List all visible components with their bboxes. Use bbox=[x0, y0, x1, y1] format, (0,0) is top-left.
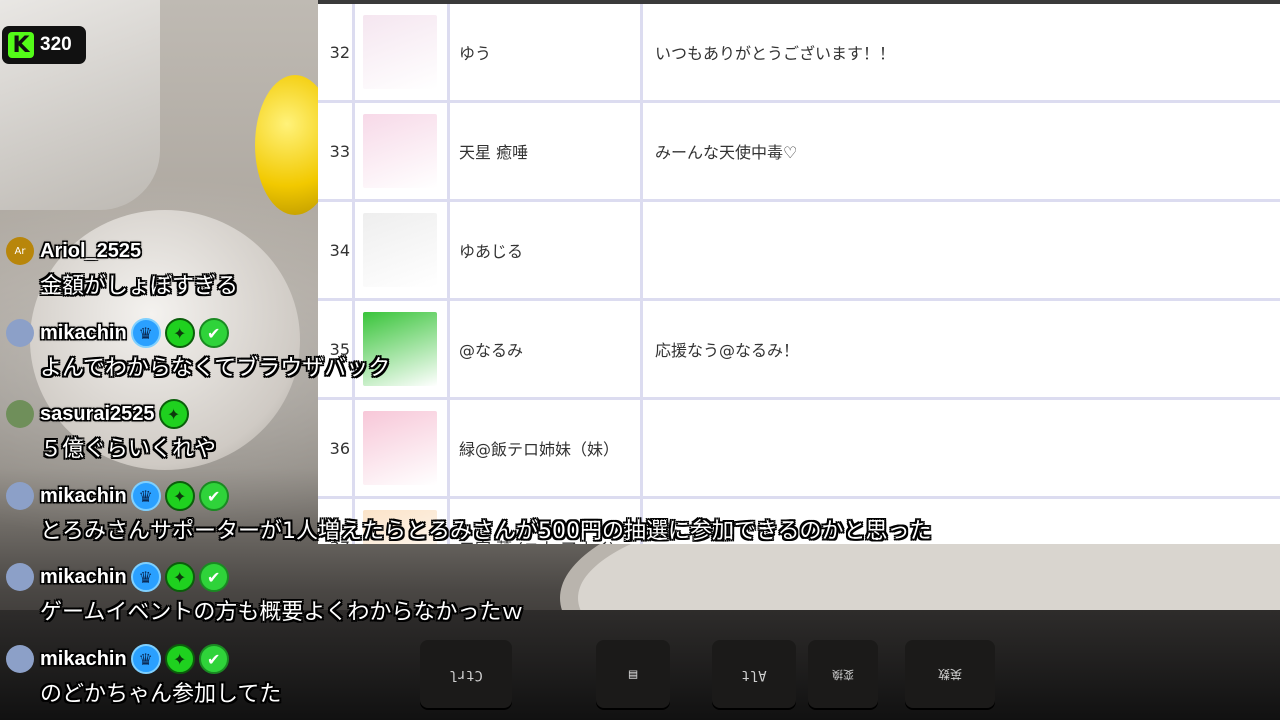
anime-girl-avatar bbox=[363, 411, 437, 485]
supporter-name: @なるみ bbox=[450, 301, 643, 397]
keyboard-key: 変換 bbox=[808, 640, 878, 710]
user-avatar[interactable] bbox=[6, 645, 34, 673]
star-badge-icon: ✦ bbox=[164, 318, 195, 348]
check-badge-icon: ✔ bbox=[198, 644, 229, 674]
check-badge-icon: ✔ bbox=[198, 562, 229, 592]
keyboard-key: Alt bbox=[712, 640, 796, 710]
supporter-name: ゆあじる bbox=[450, 202, 643, 298]
table-row: 33 天星 癒唾 みーんな天使中毒♡ bbox=[318, 103, 1280, 202]
user-avatar[interactable] bbox=[6, 482, 34, 510]
row-number: 36 bbox=[318, 400, 355, 496]
chat-message-text: ゲームイベントの方も概要よくわからなかったｗ bbox=[40, 600, 524, 625]
supporter-message: 応援なう@なるみ！ bbox=[655, 341, 800, 360]
browser-capture: 32 ゆう いつもありがとうございます！！ 33 天星 癒唾 みーんな天使中毒♡ 34 ゆあじ… bbox=[318, 0, 1280, 544]
row-number: 32 bbox=[318, 4, 355, 100]
supporter-name: 天星 癒唾 bbox=[450, 103, 643, 199]
table-row: 36 緑@飯テロ姉妹（妹） bbox=[318, 400, 1280, 499]
avatar-cell bbox=[353, 202, 450, 298]
crown-badge-icon: ♛ bbox=[130, 318, 161, 348]
check-badge-icon: ✔ bbox=[198, 318, 229, 348]
keyboard-key: ▤ bbox=[596, 640, 670, 710]
supporter-message bbox=[646, 400, 1280, 496]
anime-girl-avatar bbox=[363, 114, 437, 188]
viewer-count-badge: K 320 bbox=[2, 26, 86, 64]
chat-username[interactable]: Ariol_2525 bbox=[40, 240, 141, 263]
chat-message-text: ５億ぐらいくれや bbox=[40, 437, 217, 462]
chat-message-text: よんでわからなくてブラウザバック bbox=[40, 356, 391, 381]
supporter-name: ゆう bbox=[450, 4, 643, 100]
table-row: 34 ゆあじる bbox=[318, 202, 1280, 301]
table-row: 32 ゆう いつもありがとうございます！！ bbox=[318, 4, 1280, 103]
chat-username[interactable]: mikachin bbox=[40, 566, 127, 589]
user-avatar[interactable] bbox=[6, 563, 34, 591]
chat-message-text: 金額がしょぼすぎる bbox=[40, 274, 239, 299]
user-avatar[interactable]: Ar bbox=[6, 237, 34, 265]
user-avatar[interactable] bbox=[6, 400, 34, 428]
chat-message-text: のどかちゃん参加してた bbox=[40, 682, 282, 707]
supporter-name: 緑@飯テロ姉妹（妹） bbox=[450, 400, 643, 496]
star-badge-icon: ✦ bbox=[164, 481, 195, 511]
table-row: 35 @なるみ 応援なう@なるみ！ bbox=[318, 301, 1280, 400]
crown-badge-icon: ♛ bbox=[130, 481, 161, 511]
avatar-cell bbox=[353, 4, 450, 100]
chat-username[interactable]: mikachin bbox=[40, 322, 127, 345]
chat-message-text: とろみさんサポーターが1人増えたらとろみさんが500円の抽選に参加できるのかと思… bbox=[40, 519, 932, 544]
anime-girl-avatar bbox=[363, 15, 437, 89]
user-avatar[interactable] bbox=[6, 319, 34, 347]
chat-username[interactable]: sasurai2525 bbox=[40, 403, 155, 426]
chat-username[interactable]: mikachin bbox=[40, 485, 127, 508]
row-number: 34 bbox=[318, 202, 355, 298]
star-badge-icon: ✦ bbox=[164, 644, 195, 674]
crown-badge-icon: ♛ bbox=[130, 562, 161, 592]
kick-logo-icon: K bbox=[8, 32, 34, 58]
avatar-cell bbox=[353, 103, 450, 199]
keyboard-key: 英数 bbox=[905, 640, 995, 710]
avatar-cell bbox=[353, 400, 450, 496]
crown-badge-icon: ♛ bbox=[130, 644, 161, 674]
avatar-cell bbox=[353, 301, 450, 397]
supporter-message: みーんな天使中毒♡ bbox=[655, 143, 798, 162]
chat-username[interactable]: mikachin bbox=[40, 648, 127, 671]
row-number: 33 bbox=[318, 103, 355, 199]
viewer-count: 320 bbox=[40, 34, 72, 55]
photo-avatar bbox=[363, 213, 437, 287]
supporter-table: 32 ゆう いつもありがとうございます！！ 33 天星 癒唾 みーんな天使中毒♡ 34 ゆあじ… bbox=[318, 4, 1280, 544]
supporter-message: いつもありがとうございます！！ bbox=[655, 44, 896, 63]
star-badge-icon: ✦ bbox=[164, 562, 195, 592]
keyboard-key: Ctrl bbox=[420, 640, 512, 710]
check-badge-icon: ✔ bbox=[198, 481, 229, 511]
star-badge-icon: ✦ bbox=[158, 399, 189, 429]
row-number: 35 bbox=[318, 301, 355, 397]
supporter-message bbox=[646, 202, 1280, 298]
